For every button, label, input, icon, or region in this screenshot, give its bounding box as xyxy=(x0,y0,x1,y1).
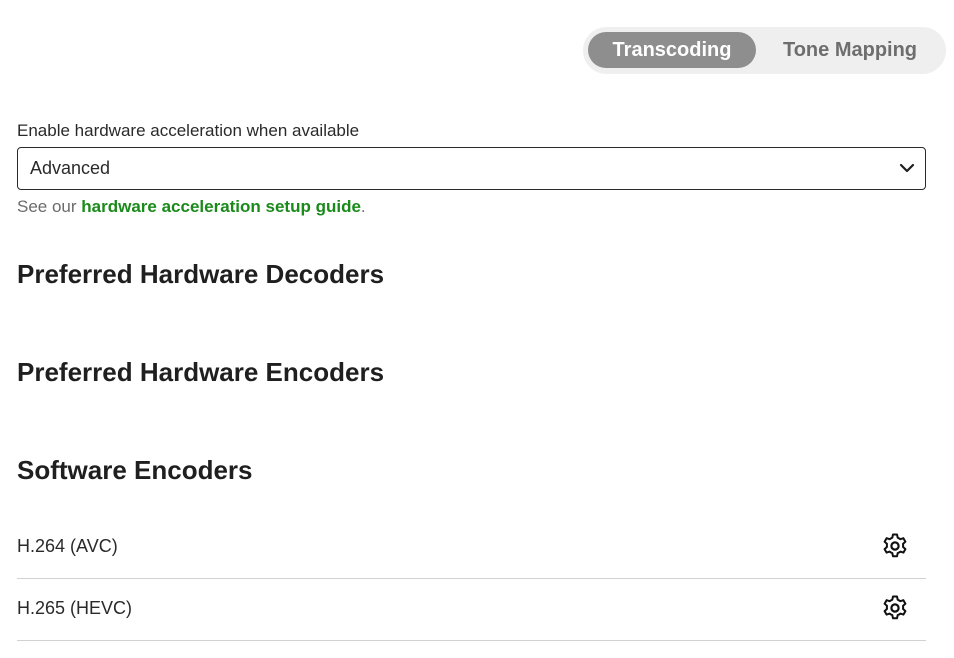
hw-accel-label: Enable hardware acceleration when availa… xyxy=(17,121,360,140)
help-suffix: . xyxy=(360,197,366,216)
help-prefix: See our xyxy=(17,197,82,216)
encoder-label: H.264 (AVC) xyxy=(17,536,118,556)
encoders-heading: Preferred Hardware Encoders xyxy=(17,357,385,387)
hw-accel-help: See our hardware acceleration setup guid… xyxy=(17,197,366,217)
hw-accel-selected-value: Advanced xyxy=(30,158,111,178)
decoders-heading: Preferred Hardware Decoders xyxy=(17,259,385,289)
software-encoder-row: H.265 (HEVC) xyxy=(17,579,926,641)
settings-tabs: Transcoding Tone Mapping xyxy=(583,27,946,74)
setup-guide-link[interactable]: hardware acceleration setup guide xyxy=(81,197,361,216)
gear-icon[interactable] xyxy=(882,533,908,559)
tab-tone-mapping[interactable]: Tone Mapping xyxy=(764,32,936,68)
software-encoder-row: H.264 (AVC) xyxy=(17,517,926,579)
software-encoders-heading: Software Encoders xyxy=(17,455,253,485)
gear-icon[interactable] xyxy=(882,595,908,621)
tab-transcoding[interactable]: Transcoding xyxy=(588,32,756,68)
chevron-down-icon xyxy=(899,163,915,173)
encoder-label: H.265 (HEVC) xyxy=(17,598,133,618)
hw-accel-select[interactable]: Advanced xyxy=(17,147,926,190)
